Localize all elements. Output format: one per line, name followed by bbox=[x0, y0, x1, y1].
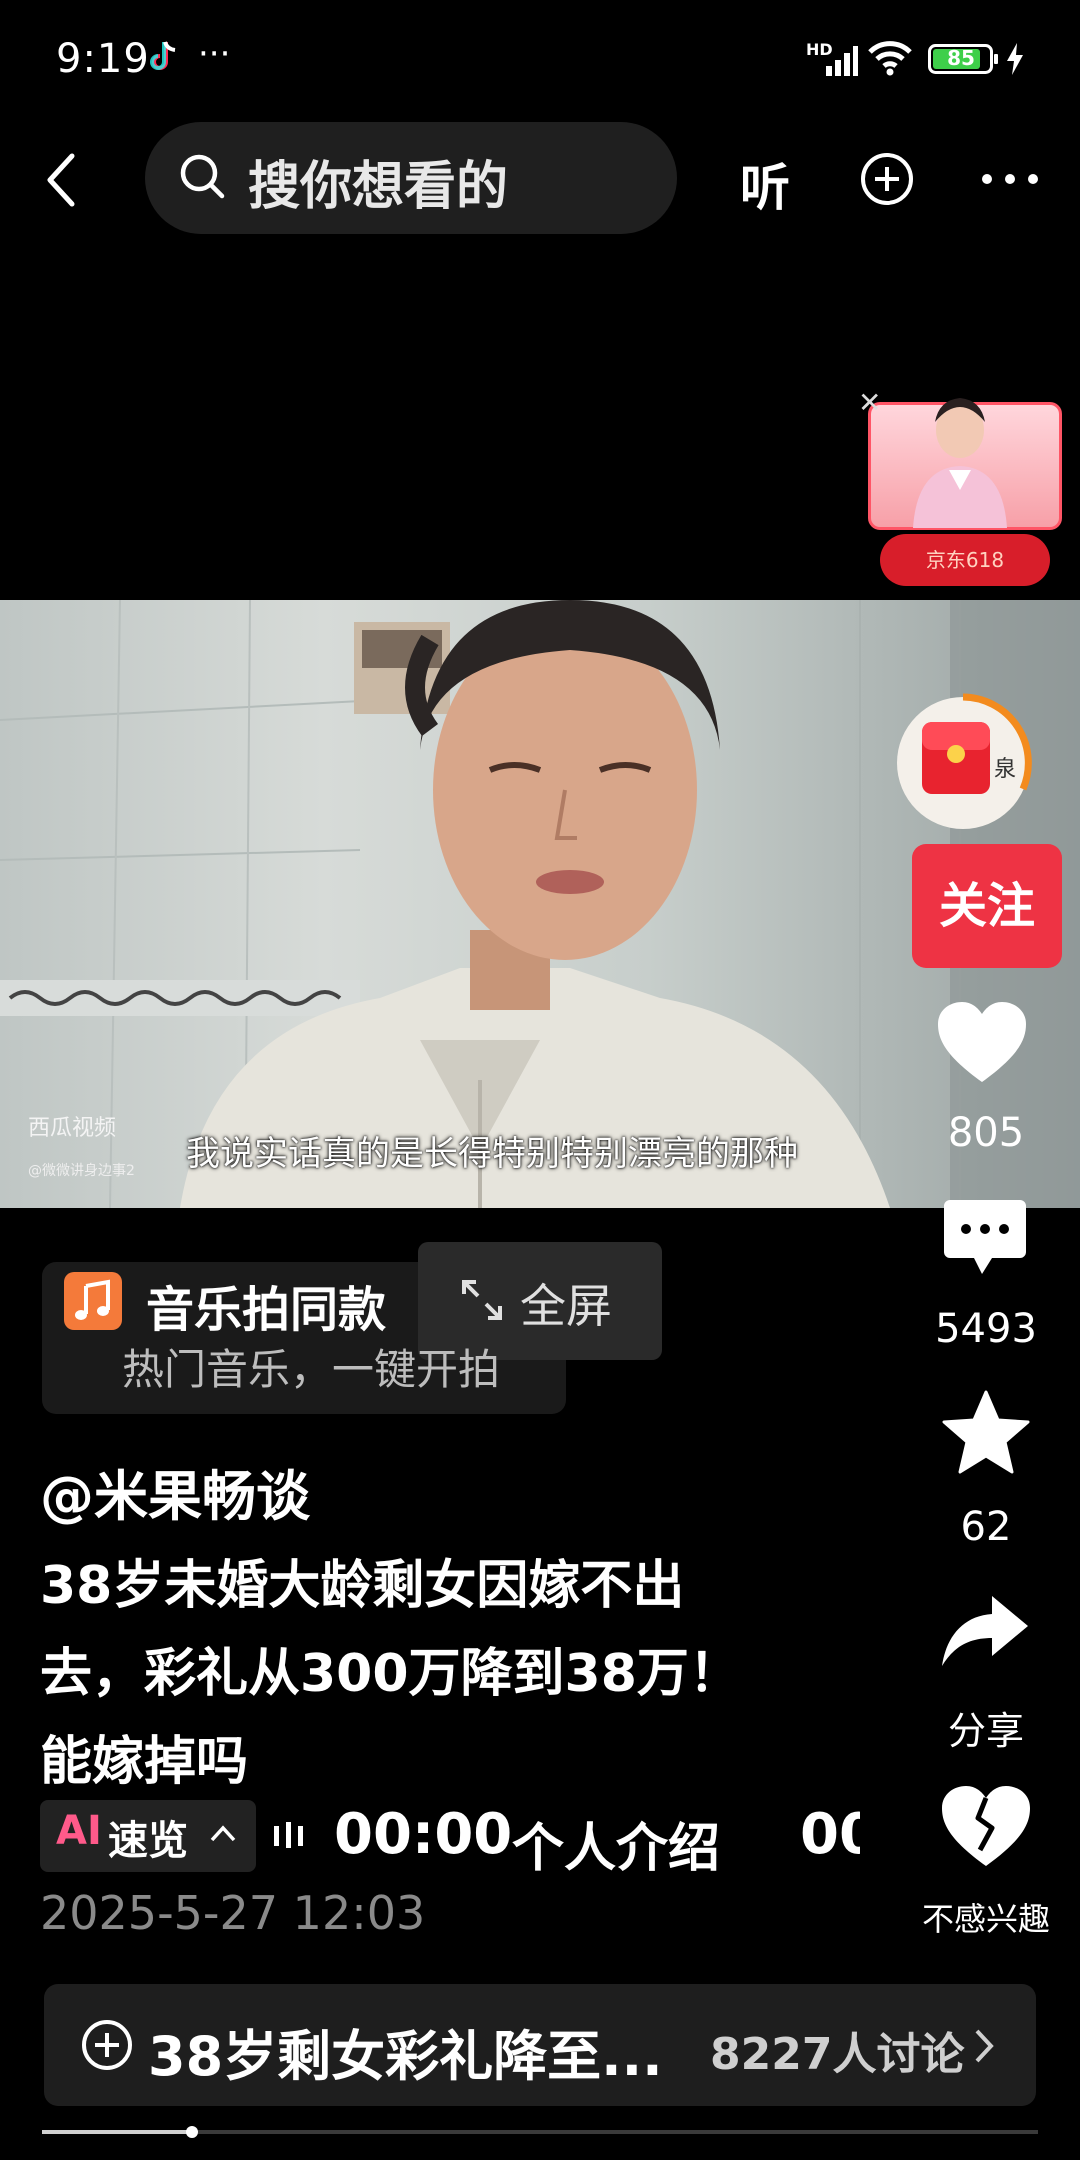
post-caption[interactable]: 38岁未婚大龄剩女因嫁不出 去，彩礼从300万降到38万！ 能嫁掉吗 bbox=[40, 1542, 830, 1806]
status-bar: 9:19 ··· HD 85 bbox=[0, 0, 1080, 120]
charging-bolt-icon bbox=[1007, 43, 1023, 75]
video-progress-fill bbox=[42, 2130, 192, 2134]
ai-logo: AI bbox=[56, 1808, 102, 1854]
video-watermark-sub: @微微讲身边事2 bbox=[28, 1163, 135, 1179]
caption-line: 能嫁掉吗 bbox=[40, 1732, 249, 1792]
author-avatar[interactable]: 泉 bbox=[892, 692, 1034, 834]
chevron-up-icon[interactable] bbox=[208, 1820, 238, 1846]
comment-icon[interactable] bbox=[942, 1198, 1028, 1278]
notification-more-icon: ··· bbox=[198, 34, 231, 74]
like-heart-icon[interactable] bbox=[936, 1000, 1028, 1084]
ad-close-icon[interactable]: ✕ bbox=[858, 386, 881, 419]
comment-count: 5493 bbox=[935, 1306, 1037, 1352]
add-topic-icon[interactable] bbox=[80, 2018, 134, 2072]
favorite-count: 62 bbox=[960, 1504, 1012, 1550]
music-title[interactable]: 音乐拍同款 bbox=[146, 1270, 386, 1340]
author-name[interactable]: @米果畅谈 bbox=[40, 1452, 310, 1531]
chapter-time[interactable]: 00:00 bbox=[334, 1802, 512, 1867]
fullscreen-label[interactable]: 全屏 bbox=[520, 1270, 612, 1336]
next-chapter-time[interactable]: 00 bbox=[800, 1802, 860, 1867]
search-placeholder[interactable]: 搜你想看的 bbox=[248, 144, 508, 219]
like-count: 805 bbox=[947, 1110, 1025, 1156]
video-progress-handle[interactable] bbox=[186, 2126, 198, 2138]
more-icon[interactable] bbox=[980, 172, 1040, 186]
topic-discussion-count[interactable]: 8227人讨论 bbox=[710, 2018, 964, 2082]
post-date: 2025-5-27 12:03 bbox=[40, 1886, 426, 1940]
caption-line: 去，彩礼从300万降到38万！ bbox=[40, 1644, 741, 1704]
video-watermark: 西瓜视频 bbox=[28, 1116, 117, 1141]
chapter-title[interactable]: 个人介绍 bbox=[512, 1806, 720, 1881]
caption-line: 38岁未婚大龄剩女因嫁不出 bbox=[40, 1556, 685, 1616]
tiktok-icon bbox=[150, 41, 176, 70]
status-time: 9:19 bbox=[56, 36, 150, 82]
ai-summary-label[interactable]: 速览 bbox=[108, 1808, 188, 1866]
broken-heart-icon[interactable] bbox=[940, 1784, 1032, 1868]
topic-title[interactable]: 38岁剩女彩礼降至... bbox=[148, 2012, 663, 2091]
fullscreen-icon bbox=[462, 1280, 502, 1320]
battery-level: 85 bbox=[947, 46, 975, 70]
not-interested-label[interactable]: 不感兴趣 bbox=[886, 1894, 1080, 1940]
listen-button[interactable]: 听 bbox=[740, 148, 790, 220]
wifi-icon bbox=[868, 41, 912, 76]
svg-text:泉: 泉 bbox=[994, 757, 1016, 782]
add-icon[interactable] bbox=[860, 152, 914, 206]
signal-icon bbox=[826, 46, 858, 76]
share-arrow-icon[interactable] bbox=[940, 1594, 1030, 1668]
chapter-bars-icon bbox=[274, 1822, 303, 1848]
music-subtitle: 热门音乐，一键开拍 bbox=[122, 1345, 501, 1394]
music-note-icon bbox=[64, 1272, 122, 1330]
ad-person-image bbox=[913, 398, 1007, 528]
follow-button[interactable]: 关注 bbox=[912, 844, 1062, 968]
back-icon[interactable] bbox=[42, 150, 82, 210]
ad-label[interactable]: 京东618 bbox=[880, 534, 1050, 586]
share-label[interactable]: 分享 bbox=[886, 1700, 1080, 1755]
chevron-right-icon[interactable] bbox=[972, 2026, 996, 2066]
favorite-star-icon[interactable] bbox=[942, 1390, 1030, 1474]
video-subtitle: 我说实话真的是长得特别特别漂亮的那种 bbox=[186, 1134, 798, 1174]
search-icon bbox=[180, 154, 225, 199]
